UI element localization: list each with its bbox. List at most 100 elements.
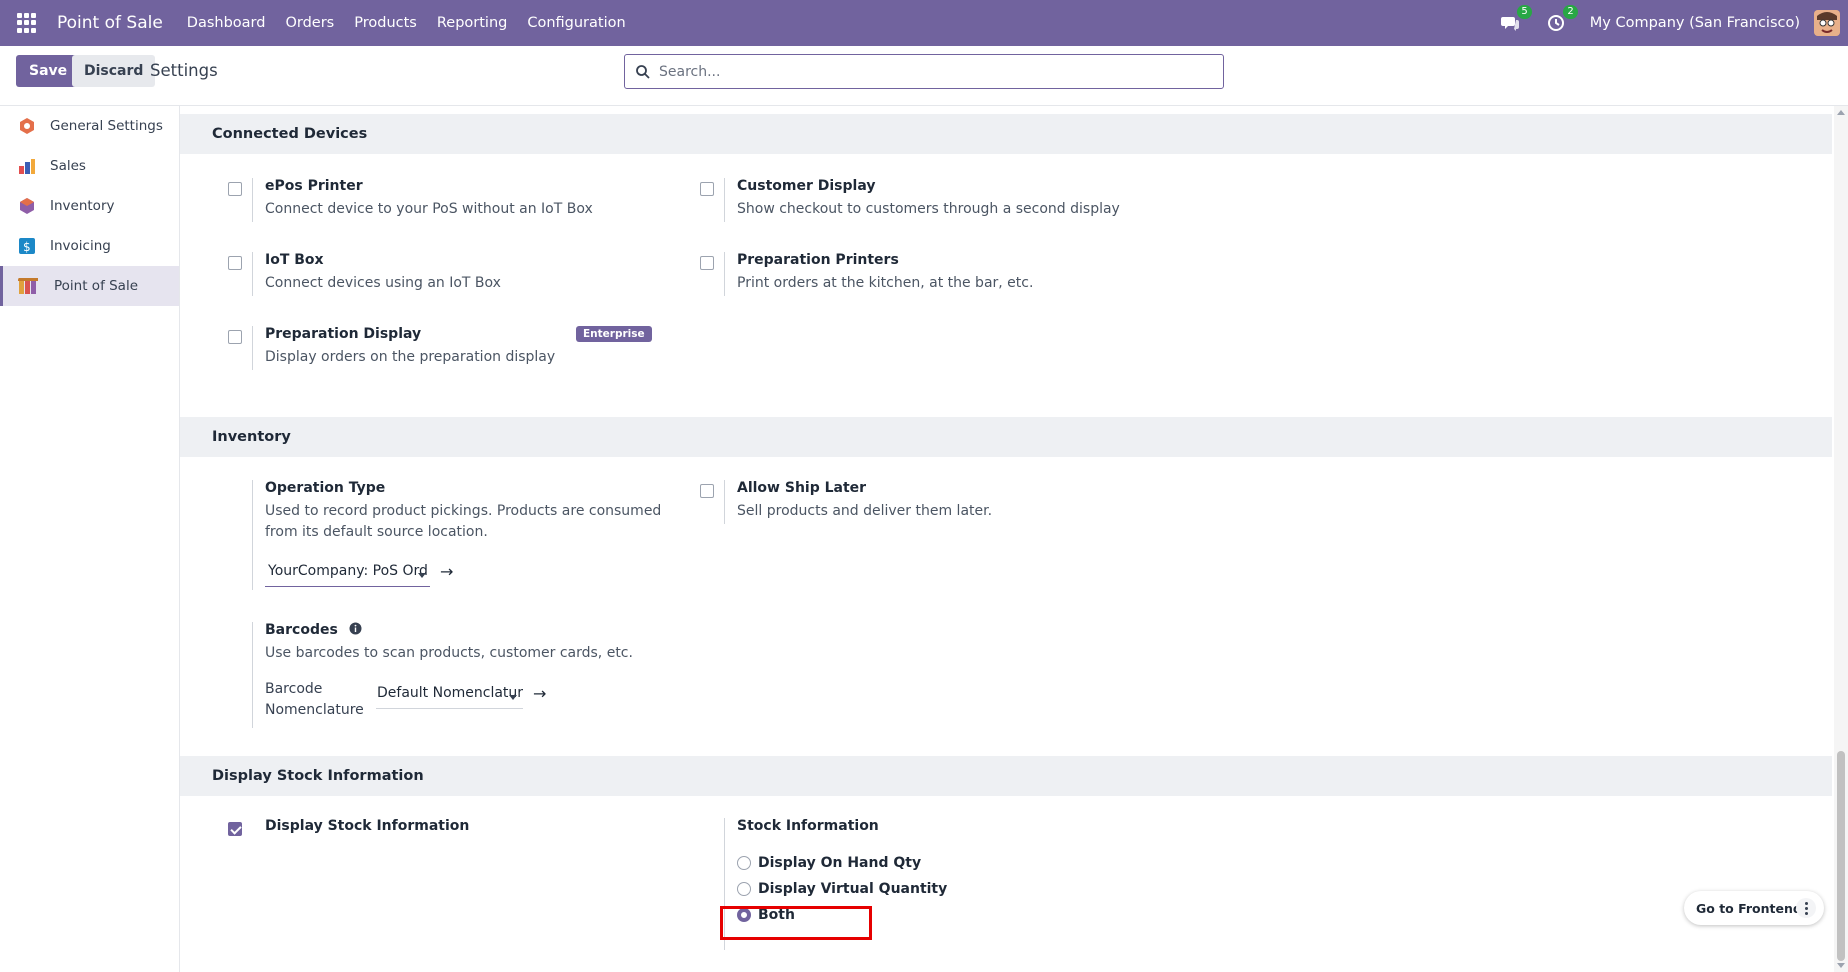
epos-printer-desc: Connect device to your PoS without an Io… bbox=[265, 201, 593, 217]
menu-reporting[interactable]: Reporting bbox=[437, 15, 508, 31]
barcodes-label: Barcodes bbox=[265, 622, 338, 638]
divider bbox=[252, 622, 253, 728]
go-to-frontend-label: Go to Frontend bbox=[1696, 900, 1802, 916]
barcode-nomenclature-select[interactable]: Default Nomenclatur bbox=[376, 685, 523, 709]
barcode-nomenclature-value: Default Nomenclatur bbox=[377, 685, 523, 701]
settings-sidebar: General Settings Sales Inventory $ Invoi… bbox=[0, 106, 180, 972]
messages-button[interactable]: 5 bbox=[1498, 5, 1532, 35]
user-avatar[interactable] bbox=[1814, 10, 1840, 36]
app-title[interactable]: Point of Sale bbox=[57, 13, 163, 33]
divider bbox=[724, 252, 725, 296]
allow-ship-later-title: Allow Ship Later bbox=[737, 480, 867, 496]
preparation-display-desc: Display orders on the preparation displa… bbox=[265, 349, 556, 365]
sidebar-item-inventory[interactable]: Inventory bbox=[0, 186, 179, 226]
chevron-down-icon bbox=[509, 695, 517, 700]
section-display-stock-header: Display Stock Information bbox=[180, 756, 1832, 796]
more-options-icon[interactable] bbox=[1796, 898, 1816, 918]
menu-configuration[interactable]: Configuration bbox=[527, 15, 625, 31]
divider bbox=[252, 178, 253, 222]
scroll-up-icon[interactable] bbox=[1837, 110, 1845, 115]
display-stock-checkbox[interactable] bbox=[228, 822, 242, 836]
svg-text:$: $ bbox=[23, 240, 31, 254]
sidebar-item-label: Point of Sale bbox=[54, 278, 139, 294]
iot-box-checkbox[interactable] bbox=[228, 256, 242, 270]
divider bbox=[724, 178, 725, 222]
chat-icon bbox=[1500, 17, 1519, 31]
sidebar-item-invoicing[interactable]: $ Invoicing bbox=[0, 226, 179, 266]
messages-count-badge: 5 bbox=[1517, 5, 1532, 19]
sidebar-item-general-settings[interactable]: General Settings bbox=[0, 106, 179, 146]
radio-on-hand-qty[interactable] bbox=[737, 856, 751, 870]
preparation-display-title: Preparation Display bbox=[265, 326, 422, 342]
invoicing-icon: $ bbox=[19, 238, 35, 254]
go-to-frontend-button[interactable]: Go to Frontend bbox=[1684, 891, 1824, 925]
save-button[interactable]: Save bbox=[16, 55, 81, 87]
preparation-printers-checkbox[interactable] bbox=[700, 256, 714, 270]
operation-type-value: YourCompany: PoS Ord bbox=[268, 563, 428, 579]
barcode-nomenclature-label: Barcode Nomenclature bbox=[265, 681, 364, 718]
iot-box-desc: Connect devices using an IoT Box bbox=[265, 275, 501, 291]
epos-printer-checkbox[interactable] bbox=[228, 182, 242, 196]
control-panel: Save Discard Settings bbox=[0, 46, 1848, 106]
menu-products[interactable]: Products bbox=[354, 15, 417, 31]
settings-content: Connected Devices ePos Printer Connect d… bbox=[180, 106, 1832, 972]
preparation-printers-title: Preparation Printers bbox=[737, 252, 899, 268]
customer-display-checkbox[interactable] bbox=[700, 182, 714, 196]
allow-ship-later-checkbox[interactable] bbox=[700, 484, 714, 498]
search-icon bbox=[636, 64, 650, 79]
stock-information-title: Stock Information bbox=[737, 818, 879, 834]
menu-dashboard[interactable]: Dashboard bbox=[187, 15, 266, 31]
clock-icon bbox=[1547, 15, 1564, 31]
activities-button[interactable]: 2 bbox=[1544, 5, 1578, 35]
radio-on-hand-qty-label[interactable]: Display On Hand Qty bbox=[758, 855, 921, 871]
radio-virtual-quantity[interactable] bbox=[737, 882, 751, 896]
barcodes-title: Barcodes bbox=[265, 622, 362, 638]
sidebar-item-point-of-sale[interactable]: Point of Sale bbox=[0, 266, 179, 306]
page-title: Settings bbox=[150, 61, 218, 80]
sales-icon bbox=[19, 159, 35, 174]
customer-display-desc: Show checkout to customers through a sec… bbox=[737, 201, 1120, 217]
menu-orders[interactable]: Orders bbox=[285, 15, 334, 31]
divider bbox=[724, 480, 725, 524]
display-stock-label: Display Stock Information bbox=[265, 818, 470, 834]
info-icon[interactable] bbox=[349, 622, 362, 635]
scrollbar[interactable] bbox=[1834, 106, 1848, 972]
search-input[interactable] bbox=[659, 63, 1199, 80]
epos-printer-title: ePos Printer bbox=[265, 178, 363, 194]
sidebar-item-label: General Settings bbox=[50, 118, 163, 134]
operation-type-title: Operation Type bbox=[265, 480, 386, 496]
activities-count-badge: 2 bbox=[1563, 5, 1578, 19]
operation-type-select[interactable]: YourCompany: PoS Ord bbox=[265, 563, 430, 587]
enterprise-badge: Enterprise bbox=[576, 326, 652, 342]
radio-virtual-quantity-label[interactable]: Display Virtual Quantity bbox=[758, 881, 947, 897]
discard-button[interactable]: Discard bbox=[72, 55, 156, 87]
arrow-right-icon[interactable]: → bbox=[533, 684, 546, 703]
scroll-down-icon[interactable] bbox=[1837, 963, 1845, 968]
company-switcher[interactable]: My Company (San Francisco) bbox=[1590, 15, 1800, 31]
operation-type-desc: Used to record product pickings. Product… bbox=[265, 503, 662, 540]
divider bbox=[252, 480, 253, 590]
sidebar-item-label: Sales bbox=[50, 158, 86, 174]
scrollbar-thumb[interactable] bbox=[1837, 751, 1845, 961]
highlight-box bbox=[720, 906, 872, 940]
top-navbar: Point of Sale Dashboard Orders Products … bbox=[0, 0, 1848, 46]
section-connected-devices-header: Connected Devices bbox=[180, 114, 1832, 154]
arrow-right-icon[interactable]: → bbox=[440, 562, 453, 581]
preparation-printers-desc: Print orders at the kitchen, at the bar,… bbox=[737, 275, 1034, 291]
sidebar-item-label: Invoicing bbox=[50, 238, 111, 254]
customer-display-title: Customer Display bbox=[737, 178, 876, 194]
allow-ship-later-desc: Sell products and deliver them later. bbox=[737, 503, 993, 519]
chevron-down-icon bbox=[418, 573, 426, 578]
section-inventory-header: Inventory bbox=[180, 417, 1832, 457]
preparation-display-checkbox[interactable] bbox=[228, 330, 242, 344]
sidebar-item-label: Inventory bbox=[50, 198, 115, 214]
search-box[interactable] bbox=[624, 54, 1224, 89]
divider bbox=[252, 252, 253, 296]
divider bbox=[252, 326, 253, 370]
apps-menu-icon[interactable] bbox=[17, 13, 37, 33]
general-settings-icon bbox=[20, 118, 34, 134]
barcodes-desc: Use barcodes to scan products, customer … bbox=[265, 645, 633, 661]
iot-box-title: IoT Box bbox=[265, 252, 324, 268]
sidebar-item-sales[interactable]: Sales bbox=[0, 146, 179, 186]
point-of-sale-icon bbox=[18, 278, 38, 294]
